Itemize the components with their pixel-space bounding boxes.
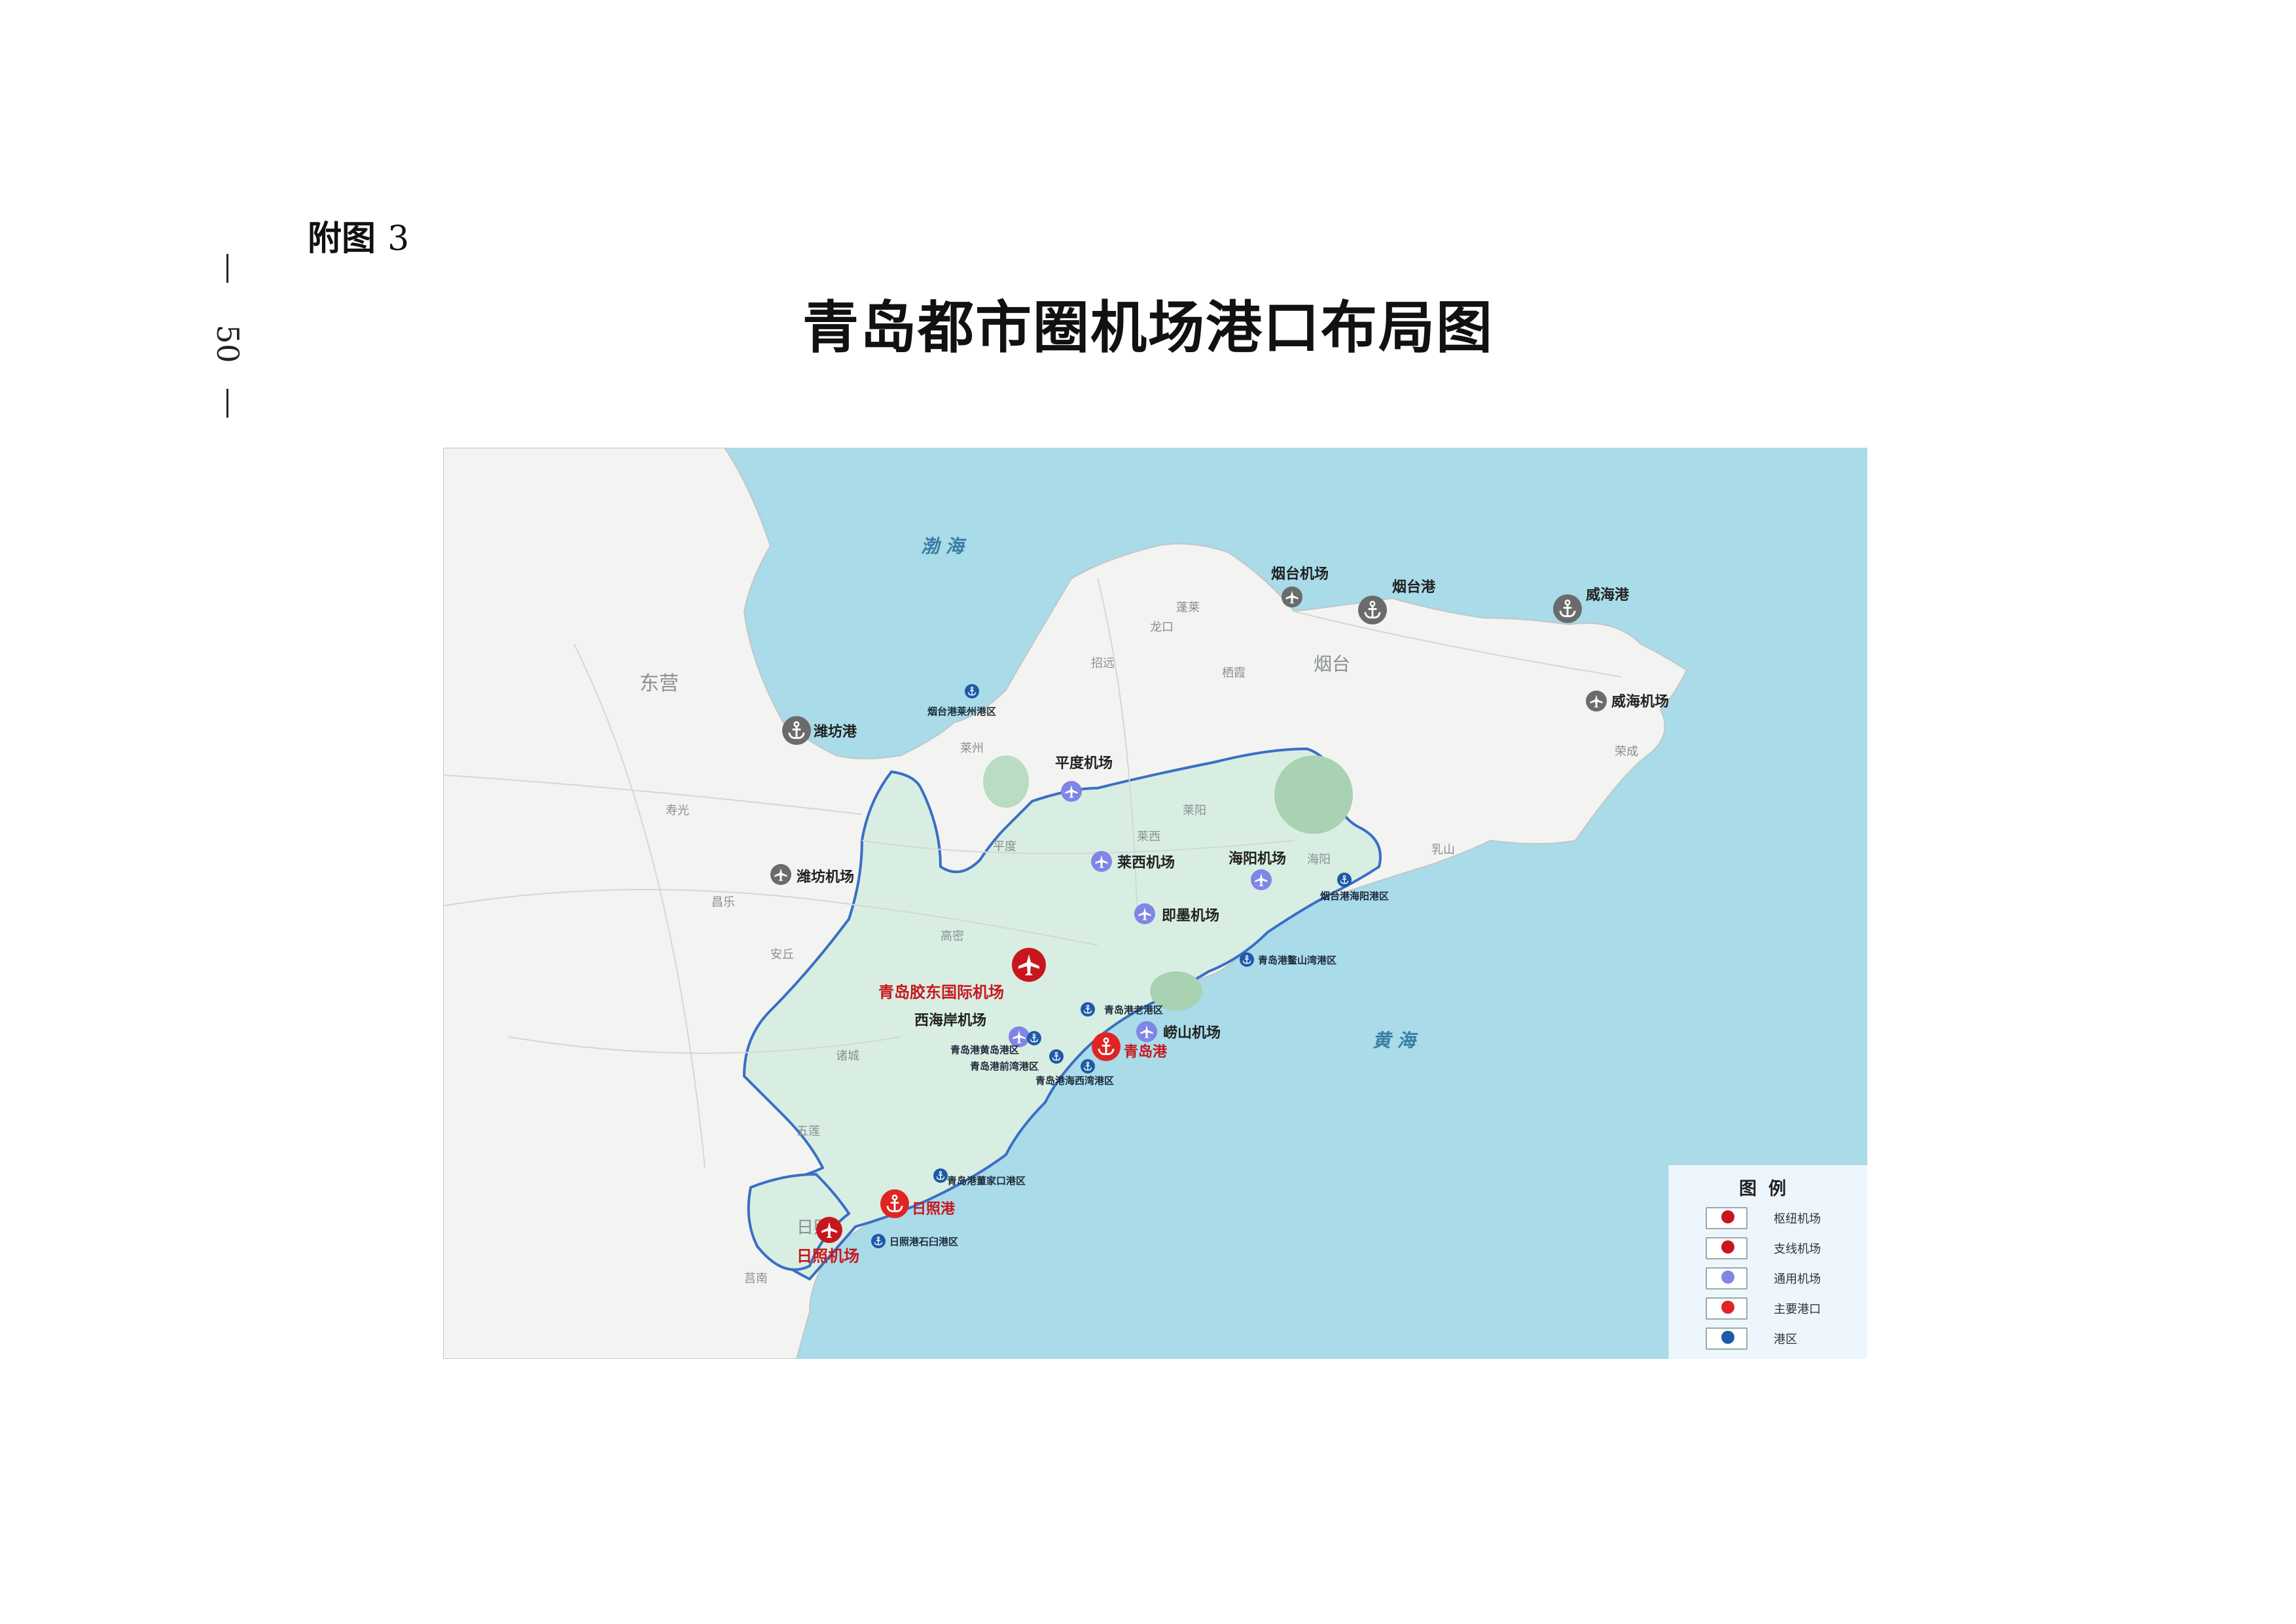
city-label: 高密 xyxy=(941,929,964,943)
city-label: 莱阳 xyxy=(1183,804,1206,818)
general-airport-label: 崂山机场 xyxy=(1163,1024,1221,1041)
port-area-label: 日照港石臼港区 xyxy=(889,1236,958,1248)
city-label: 乳山 xyxy=(1431,843,1455,857)
city-label: 莒南 xyxy=(744,1272,768,1286)
main-port-label: 日照港 xyxy=(912,1201,956,1218)
port-area-label: 青岛港董家口港区 xyxy=(947,1175,1026,1187)
city-label: 莱州 xyxy=(960,742,984,755)
mountain-shade xyxy=(983,755,1029,808)
city-label: 昌乐 xyxy=(711,895,735,909)
general-airport-label: 即墨机场 xyxy=(1162,908,1219,924)
general-airport-label: 莱西机场 xyxy=(1117,854,1175,871)
legend-item-label: 支线机场 xyxy=(1774,1242,1821,1256)
map-figure: 渤 海 黄 海 东营 烟台 日照 龙口 招远 栖霞 蓬莱 乳山 荣成 莱阳 莱西… xyxy=(443,448,1867,1359)
city-label: 东营 xyxy=(639,672,679,695)
mountain-shade xyxy=(1274,755,1353,834)
city-label: 莱西 xyxy=(1137,830,1160,844)
other-port-label: 威海港 xyxy=(1586,586,1630,604)
legend-item-port-area: 港区 xyxy=(1706,1325,1863,1351)
legend-title: 图例 xyxy=(1739,1179,1798,1199)
legend-item-label: 港区 xyxy=(1774,1333,1797,1346)
other-port-label: 潍坊港 xyxy=(814,723,857,740)
other-airport-label: 威海机场 xyxy=(1611,693,1669,710)
port-area-label: 青岛港鳌山湾港区 xyxy=(1258,954,1336,966)
general-airport-label: 平度机场 xyxy=(1055,755,1113,772)
port-area-label: 青岛港海西湾港区 xyxy=(1035,1075,1114,1087)
city-label: 安丘 xyxy=(770,948,794,962)
sea-label-bohai: 渤 海 xyxy=(921,535,967,557)
anchor-icon xyxy=(1706,1297,1748,1320)
page-title: 青岛都市圈机场港口布局图 xyxy=(802,295,1494,361)
hub-airport-label: 青岛胶东国际机场 xyxy=(878,983,1004,1001)
main-port-label: 青岛港 xyxy=(1124,1043,1168,1060)
page-number-dash xyxy=(226,389,228,418)
page-number-dash xyxy=(226,254,228,283)
sea-label-huanghai: 黄 海 xyxy=(1372,1030,1418,1051)
city-label: 栖霞 xyxy=(1222,666,1246,680)
general-airport-label: 西海岸机场 xyxy=(914,1012,986,1029)
anchor-icon xyxy=(1706,1327,1748,1350)
city-label: 诸城 xyxy=(836,1049,859,1063)
port-area-label: 青岛港老港区 xyxy=(1104,1004,1163,1016)
city-label: 招远 xyxy=(1091,657,1115,670)
airplane-icon xyxy=(1706,1237,1748,1259)
airplane-icon xyxy=(1706,1207,1748,1229)
city-label: 荣成 xyxy=(1615,745,1638,759)
city-label: 蓬莱 xyxy=(1176,601,1200,615)
port-area-label: 烟台港莱州港区 xyxy=(927,706,996,717)
legend-item-hub-airport: 枢纽机场 xyxy=(1706,1204,1863,1231)
city-label: 龙口 xyxy=(1150,621,1174,634)
city-label: 烟台 xyxy=(1314,653,1350,675)
legend-item-general-airport: 通用机场 xyxy=(1706,1265,1863,1291)
city-label: 海阳 xyxy=(1307,853,1331,867)
city-label: 平度 xyxy=(993,840,1016,854)
other-port-label: 烟台港 xyxy=(1392,579,1436,596)
other-airport-label: 烟台机场 xyxy=(1271,566,1329,583)
legend-item-main-port: 主要港口 xyxy=(1706,1295,1863,1321)
airplane-icon xyxy=(1706,1267,1748,1290)
legend-item-label: 通用机场 xyxy=(1774,1272,1821,1286)
legend-item-branch-airport: 支线机场 xyxy=(1706,1235,1863,1261)
other-airport-label: 潍坊机场 xyxy=(797,869,854,886)
port-area-label: 青岛港前湾港区 xyxy=(970,1060,1039,1072)
legend-item-label: 主要港口 xyxy=(1774,1303,1821,1316)
port-area-label: 青岛港黄岛港区 xyxy=(950,1044,1019,1056)
port-area-label: 烟台港海阳港区 xyxy=(1320,890,1389,902)
map-canvas: 渤 海 黄 海 东营 烟台 日照 龙口 招远 栖霞 蓬莱 乳山 荣成 莱阳 莱西… xyxy=(443,448,1688,1359)
city-label: 寿光 xyxy=(666,804,689,818)
legend-item-label: 枢纽机场 xyxy=(1774,1212,1821,1226)
appendix-label: 附图 3 xyxy=(308,219,410,259)
city-label: 五莲 xyxy=(797,1125,820,1138)
map-legend: 图例 枢纽机场 支线机场 通用机场 主要港口 港区 xyxy=(1668,1165,1867,1359)
branch-airport-label: 日照机场 xyxy=(797,1247,859,1265)
general-airport-label: 海阳机场 xyxy=(1229,850,1286,867)
